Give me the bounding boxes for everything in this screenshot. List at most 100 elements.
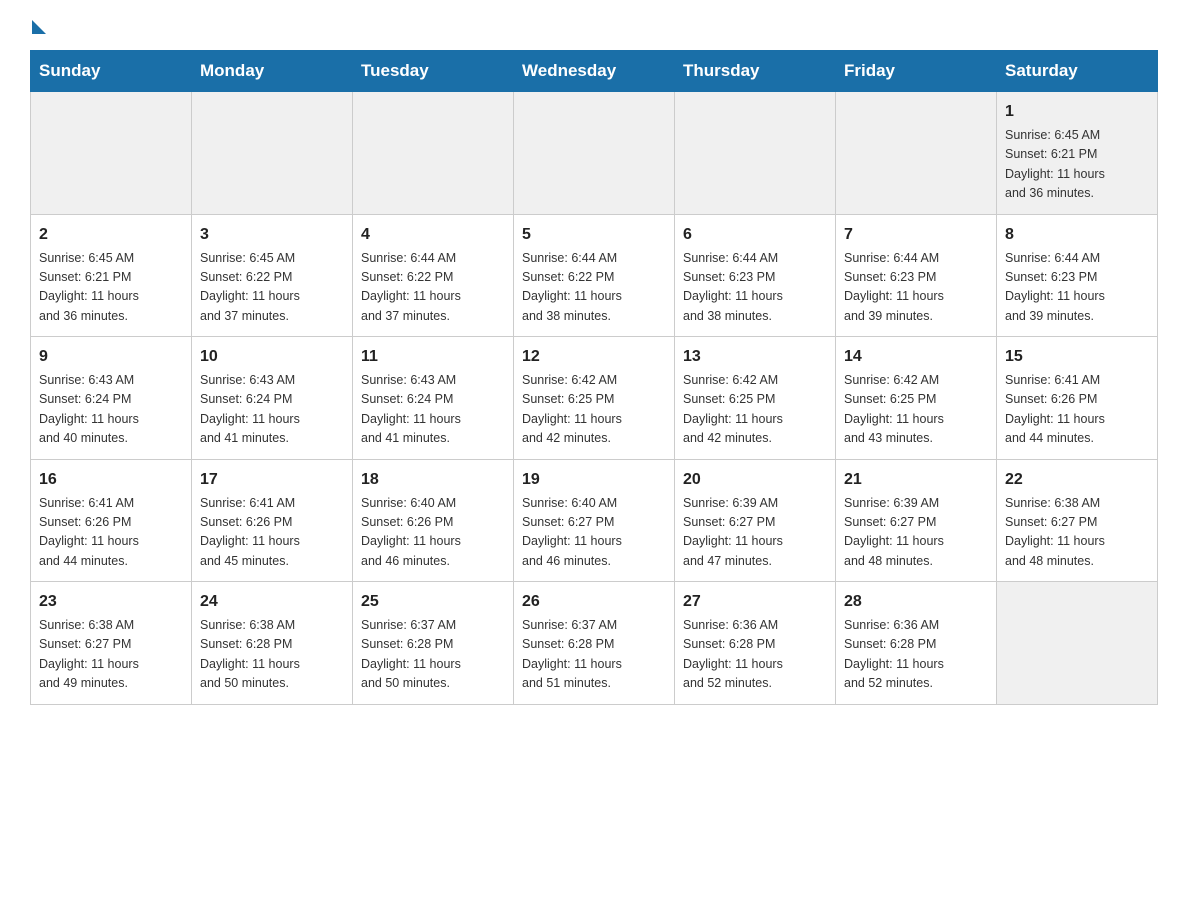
day-number: 2 <box>39 223 183 247</box>
calendar-cell: 3Sunrise: 6:45 AM Sunset: 6:22 PM Daylig… <box>192 214 353 337</box>
day-number: 14 <box>844 345 988 369</box>
day-info: Sunrise: 6:44 AM Sunset: 6:23 PM Dayligh… <box>844 249 988 327</box>
calendar-cell: 1Sunrise: 6:45 AM Sunset: 6:21 PM Daylig… <box>997 92 1158 215</box>
day-info: Sunrise: 6:41 AM Sunset: 6:26 PM Dayligh… <box>200 494 344 572</box>
day-number: 28 <box>844 590 988 614</box>
day-info: Sunrise: 6:43 AM Sunset: 6:24 PM Dayligh… <box>39 371 183 449</box>
calendar-cell: 12Sunrise: 6:42 AM Sunset: 6:25 PM Dayli… <box>514 337 675 460</box>
calendar-cell <box>514 92 675 215</box>
logo-triangle-icon <box>32 20 46 34</box>
day-number: 8 <box>1005 223 1149 247</box>
day-number: 23 <box>39 590 183 614</box>
day-info: Sunrise: 6:37 AM Sunset: 6:28 PM Dayligh… <box>522 616 666 694</box>
page-header <box>30 20 1158 30</box>
calendar-cell: 11Sunrise: 6:43 AM Sunset: 6:24 PM Dayli… <box>353 337 514 460</box>
day-number: 5 <box>522 223 666 247</box>
day-number: 17 <box>200 468 344 492</box>
calendar-cell: 13Sunrise: 6:42 AM Sunset: 6:25 PM Dayli… <box>675 337 836 460</box>
calendar-cell: 22Sunrise: 6:38 AM Sunset: 6:27 PM Dayli… <box>997 459 1158 582</box>
calendar-cell: 25Sunrise: 6:37 AM Sunset: 6:28 PM Dayli… <box>353 582 514 705</box>
calendar-cell: 15Sunrise: 6:41 AM Sunset: 6:26 PM Dayli… <box>997 337 1158 460</box>
logo-block <box>30 20 46 30</box>
calendar-cell <box>997 582 1158 705</box>
day-number: 16 <box>39 468 183 492</box>
day-number: 27 <box>683 590 827 614</box>
day-info: Sunrise: 6:41 AM Sunset: 6:26 PM Dayligh… <box>1005 371 1149 449</box>
day-info: Sunrise: 6:36 AM Sunset: 6:28 PM Dayligh… <box>844 616 988 694</box>
calendar-week-row: 2Sunrise: 6:45 AM Sunset: 6:21 PM Daylig… <box>31 214 1158 337</box>
calendar-cell: 5Sunrise: 6:44 AM Sunset: 6:22 PM Daylig… <box>514 214 675 337</box>
calendar-cell: 17Sunrise: 6:41 AM Sunset: 6:26 PM Dayli… <box>192 459 353 582</box>
day-number: 26 <box>522 590 666 614</box>
calendar-table: SundayMondayTuesdayWednesdayThursdayFrid… <box>30 50 1158 705</box>
day-info: Sunrise: 6:45 AM Sunset: 6:21 PM Dayligh… <box>39 249 183 327</box>
calendar-cell: 23Sunrise: 6:38 AM Sunset: 6:27 PM Dayli… <box>31 582 192 705</box>
calendar-cell <box>353 92 514 215</box>
calendar-cell: 20Sunrise: 6:39 AM Sunset: 6:27 PM Dayli… <box>675 459 836 582</box>
day-info: Sunrise: 6:42 AM Sunset: 6:25 PM Dayligh… <box>844 371 988 449</box>
day-info: Sunrise: 6:45 AM Sunset: 6:22 PM Dayligh… <box>200 249 344 327</box>
day-info: Sunrise: 6:39 AM Sunset: 6:27 PM Dayligh… <box>844 494 988 572</box>
day-number: 20 <box>683 468 827 492</box>
day-info: Sunrise: 6:39 AM Sunset: 6:27 PM Dayligh… <box>683 494 827 572</box>
day-number: 19 <box>522 468 666 492</box>
day-number: 13 <box>683 345 827 369</box>
calendar-cell <box>31 92 192 215</box>
day-info: Sunrise: 6:38 AM Sunset: 6:28 PM Dayligh… <box>200 616 344 694</box>
day-info: Sunrise: 6:42 AM Sunset: 6:25 PM Dayligh… <box>522 371 666 449</box>
day-info: Sunrise: 6:38 AM Sunset: 6:27 PM Dayligh… <box>39 616 183 694</box>
day-info: Sunrise: 6:36 AM Sunset: 6:28 PM Dayligh… <box>683 616 827 694</box>
day-header-friday: Friday <box>836 51 997 92</box>
day-info: Sunrise: 6:44 AM Sunset: 6:23 PM Dayligh… <box>1005 249 1149 327</box>
day-header-monday: Monday <box>192 51 353 92</box>
day-number: 21 <box>844 468 988 492</box>
calendar-body: 1Sunrise: 6:45 AM Sunset: 6:21 PM Daylig… <box>31 92 1158 705</box>
day-number: 22 <box>1005 468 1149 492</box>
day-number: 6 <box>683 223 827 247</box>
day-number: 4 <box>361 223 505 247</box>
calendar-cell: 21Sunrise: 6:39 AM Sunset: 6:27 PM Dayli… <box>836 459 997 582</box>
calendar-week-row: 16Sunrise: 6:41 AM Sunset: 6:26 PM Dayli… <box>31 459 1158 582</box>
calendar-cell <box>836 92 997 215</box>
day-number: 24 <box>200 590 344 614</box>
calendar-cell: 9Sunrise: 6:43 AM Sunset: 6:24 PM Daylig… <box>31 337 192 460</box>
calendar-cell: 27Sunrise: 6:36 AM Sunset: 6:28 PM Dayli… <box>675 582 836 705</box>
calendar-cell: 19Sunrise: 6:40 AM Sunset: 6:27 PM Dayli… <box>514 459 675 582</box>
calendar-cell: 28Sunrise: 6:36 AM Sunset: 6:28 PM Dayli… <box>836 582 997 705</box>
day-info: Sunrise: 6:43 AM Sunset: 6:24 PM Dayligh… <box>361 371 505 449</box>
calendar-week-row: 23Sunrise: 6:38 AM Sunset: 6:27 PM Dayli… <box>31 582 1158 705</box>
day-info: Sunrise: 6:40 AM Sunset: 6:26 PM Dayligh… <box>361 494 505 572</box>
day-info: Sunrise: 6:44 AM Sunset: 6:22 PM Dayligh… <box>361 249 505 327</box>
day-number: 3 <box>200 223 344 247</box>
day-header-thursday: Thursday <box>675 51 836 92</box>
day-info: Sunrise: 6:40 AM Sunset: 6:27 PM Dayligh… <box>522 494 666 572</box>
calendar-cell: 4Sunrise: 6:44 AM Sunset: 6:22 PM Daylig… <box>353 214 514 337</box>
calendar-cell: 8Sunrise: 6:44 AM Sunset: 6:23 PM Daylig… <box>997 214 1158 337</box>
day-info: Sunrise: 6:38 AM Sunset: 6:27 PM Dayligh… <box>1005 494 1149 572</box>
day-info: Sunrise: 6:42 AM Sunset: 6:25 PM Dayligh… <box>683 371 827 449</box>
calendar-header: SundayMondayTuesdayWednesdayThursdayFrid… <box>31 51 1158 92</box>
calendar-cell: 24Sunrise: 6:38 AM Sunset: 6:28 PM Dayli… <box>192 582 353 705</box>
calendar-cell: 18Sunrise: 6:40 AM Sunset: 6:26 PM Dayli… <box>353 459 514 582</box>
calendar-week-row: 1Sunrise: 6:45 AM Sunset: 6:21 PM Daylig… <box>31 92 1158 215</box>
day-number: 11 <box>361 345 505 369</box>
calendar-cell: 26Sunrise: 6:37 AM Sunset: 6:28 PM Dayli… <box>514 582 675 705</box>
day-number: 12 <box>522 345 666 369</box>
day-number: 9 <box>39 345 183 369</box>
day-number: 10 <box>200 345 344 369</box>
day-number: 15 <box>1005 345 1149 369</box>
calendar-cell: 6Sunrise: 6:44 AM Sunset: 6:23 PM Daylig… <box>675 214 836 337</box>
day-info: Sunrise: 6:37 AM Sunset: 6:28 PM Dayligh… <box>361 616 505 694</box>
day-header-saturday: Saturday <box>997 51 1158 92</box>
day-number: 25 <box>361 590 505 614</box>
calendar-cell: 16Sunrise: 6:41 AM Sunset: 6:26 PM Dayli… <box>31 459 192 582</box>
calendar-cell: 2Sunrise: 6:45 AM Sunset: 6:21 PM Daylig… <box>31 214 192 337</box>
day-info: Sunrise: 6:41 AM Sunset: 6:26 PM Dayligh… <box>39 494 183 572</box>
day-info: Sunrise: 6:45 AM Sunset: 6:21 PM Dayligh… <box>1005 126 1149 204</box>
calendar-cell: 10Sunrise: 6:43 AM Sunset: 6:24 PM Dayli… <box>192 337 353 460</box>
day-header-tuesday: Tuesday <box>353 51 514 92</box>
day-info: Sunrise: 6:43 AM Sunset: 6:24 PM Dayligh… <box>200 371 344 449</box>
calendar-cell: 14Sunrise: 6:42 AM Sunset: 6:25 PM Dayli… <box>836 337 997 460</box>
day-number: 7 <box>844 223 988 247</box>
calendar-cell <box>192 92 353 215</box>
